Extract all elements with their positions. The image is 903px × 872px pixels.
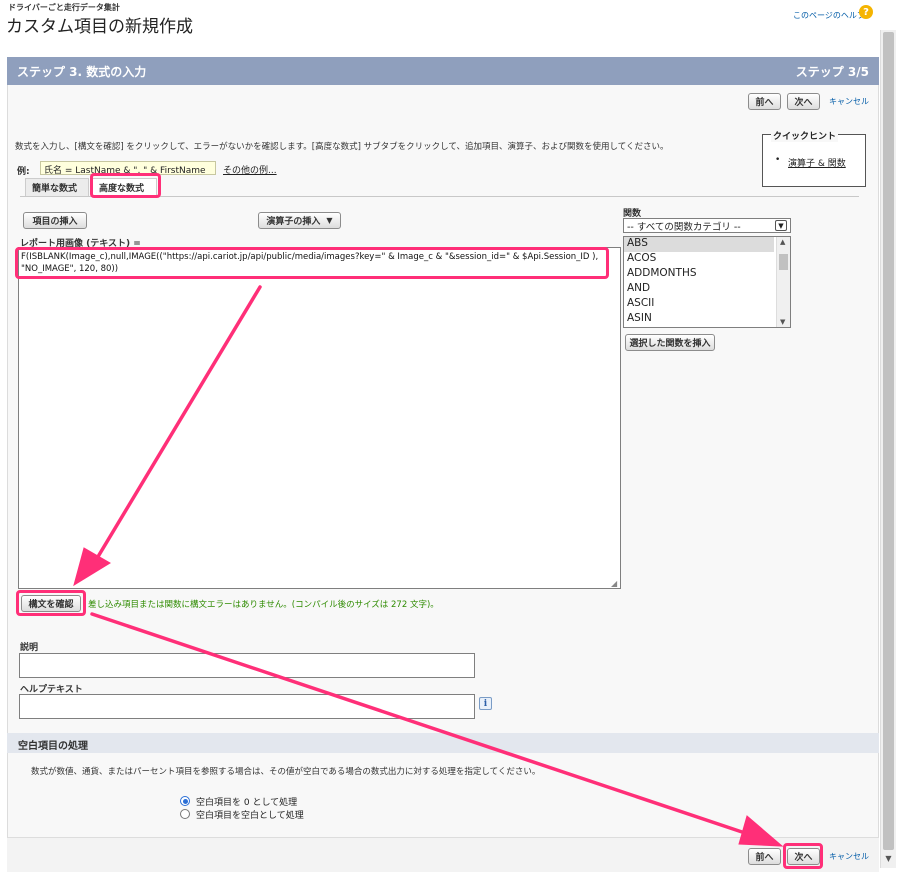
tab-simple-formula[interactable]: 簡単な数式 [25,178,89,196]
list-scroll-up-icon[interactable]: ▲ [780,238,785,246]
function-list-scrollbar[interactable]: ▲ ▼ [776,237,790,327]
description-field[interactable] [19,653,475,678]
description-label: 説明 [20,643,39,653]
function-item-acos[interactable]: ACOS [627,252,656,264]
prev-button-top[interactable]: 前へ [748,93,781,110]
help-text-field[interactable] [19,694,475,719]
insert-operator-label: 演算子の挿入 [266,217,321,227]
quick-tips-bullet: • [775,155,781,165]
scroll-down-icon[interactable]: ▼ [883,854,894,868]
function-item-ascii[interactable]: ASCII [627,297,654,309]
list-scroll-thumb[interactable] [779,254,788,270]
step-counter: ステップ 3/5 [795,65,869,79]
cancel-link-top[interactable]: キャンセル [829,96,869,107]
insert-function-button[interactable]: 選択した関数を挿入 [625,334,715,351]
example-value: 氏名 = LastName & ", " & FirstName [40,161,216,175]
function-item-addmonths[interactable]: ADDMONTHS [627,267,697,279]
function-category-select[interactable]: -- すべての関数カテゴリ -- ▼ [623,218,791,233]
insert-field-button[interactable]: 項目の挿入 [23,212,87,229]
check-syntax-button[interactable]: 構文を確認 [21,595,81,612]
intro-text: 数式を入力し、[構文を確認] をクリックして、エラーがないかを確認します。[高度… [15,142,669,152]
step-header: ステップ 3. 数式の入力 ステップ 3/5 [7,57,879,85]
formula-editor[interactable] [18,247,621,589]
example-label: 例: [17,167,30,177]
radio-treat-blank-label[interactable]: 空白項目を空白として処理 [196,808,304,821]
help-icon[interactable]: ? [859,5,873,19]
function-list[interactable]: ABS ACOS ADDMONTHS AND ASCII ASIN ▲ ▼ [623,236,791,328]
info-icon[interactable]: i [479,697,492,710]
next-button-bottom[interactable]: 次へ [787,848,820,865]
syntax-message: 差し込み項目または関数に構文エラーはありません。(コンパイル後のサイズは 272… [88,600,439,610]
select-chevron-icon: ▼ [775,220,787,231]
radio-treat-zero[interactable] [180,796,190,806]
cancel-link-bottom[interactable]: キャンセル [829,851,869,862]
next-button-top[interactable]: 次へ [787,93,820,110]
formula-text: F(ISBLANK(Image_c),null,IMAGE(("https://… [21,252,599,274]
list-scroll-down-icon[interactable]: ▼ [780,318,785,326]
function-item-and[interactable]: AND [627,282,650,294]
page-title: カスタム項目の新規作成 [6,17,193,37]
help-link[interactable]: このページのヘルプ [793,10,865,21]
tab-advanced-formula[interactable]: 高度な数式 [92,178,157,197]
blank-handling-text: 数式が数値、通貨、またはパーセント項目を参照する場合は、その値が空白である場合の… [31,767,541,777]
prev-button-bottom[interactable]: 前へ [748,848,781,865]
scrollbar[interactable]: ▼ [880,30,896,868]
more-examples-link[interactable]: その他の例... [223,163,277,176]
function-item-abs[interactable]: ABS [624,237,774,252]
radio-treat-zero-label[interactable]: 空白項目を 0 として処理 [196,795,297,808]
radio-treat-blank[interactable] [180,809,190,819]
chevron-down-icon: ▼ [326,216,333,225]
insert-operator-button[interactable]: 演算子の挿入 ▼ [258,212,341,229]
operators-functions-link[interactable]: 演算子 & 関数 [788,156,846,169]
scrollbar-thumb[interactable] [883,32,894,850]
step-title: ステップ 3. 数式の入力 [17,65,147,79]
blank-handling-header: 空白項目の処理 [7,733,879,753]
function-item-asin[interactable]: ASIN [627,312,652,324]
function-category-value: -- すべての関数カテゴリ -- [627,221,741,233]
quick-tips-title: クイックヒント [771,129,839,142]
blank-handling-title: 空白項目の処理 [18,741,88,752]
resize-handle-icon[interactable]: ◢ [611,579,617,588]
radio-dot [182,798,188,804]
